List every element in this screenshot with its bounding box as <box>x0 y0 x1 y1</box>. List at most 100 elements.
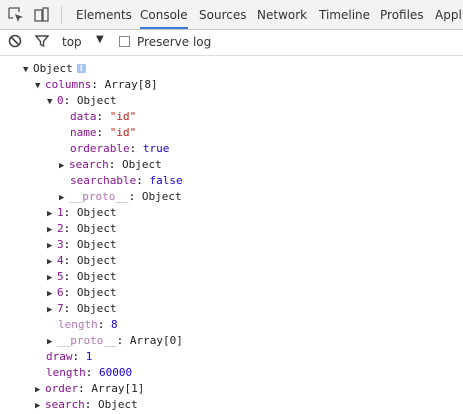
property-separator: : <box>72 350 86 363</box>
property-row-name: name: "id" <box>70 125 136 141</box>
property-key: 3 <box>57 238 64 251</box>
property-separator: : <box>63 254 77 267</box>
property-value: "id" <box>109 110 137 123</box>
collapsed-triangle-icon[interactable]: ▶ <box>47 206 57 222</box>
property-key: __proto__ <box>69 190 129 203</box>
collapsed-triangle-icon[interactable]: ▶ <box>47 222 57 238</box>
property-separator: : <box>63 222 77 235</box>
clear-console-icon[interactable] <box>8 34 22 51</box>
collapsed-triangle-icon[interactable]: ▶ <box>59 158 69 174</box>
property-key: searchable <box>70 174 137 187</box>
preserve-log-label[interactable]: Preserve log <box>137 35 211 49</box>
property-separator: : <box>108 158 122 171</box>
tree-node-proto[interactable]: ▶ __proto__: Object <box>59 189 182 205</box>
property-separator: : <box>128 190 142 203</box>
property-row-draw: draw: 1 <box>46 349 92 365</box>
property-value: Array[0] <box>129 334 183 347</box>
property-separator: : <box>63 238 77 251</box>
property-row-orderable: orderable: true <box>70 141 169 157</box>
inspect-element-icon[interactable] <box>7 6 25 24</box>
filter-icon[interactable] <box>34 34 50 51</box>
tree-node-column-6[interactable]: ▶ 6: Object <box>47 285 117 301</box>
property-row-length: length: 60000 <box>46 365 132 381</box>
collapsed-triangle-icon[interactable]: ▶ <box>35 398 45 414</box>
property-separator: : <box>63 286 77 299</box>
property-key: 4 <box>57 254 64 267</box>
context-selector[interactable]: top <box>62 35 82 49</box>
property-key: length <box>58 318 98 331</box>
tab-timeline[interactable]: Timeline <box>319 0 370 29</box>
tree-node-column-5[interactable]: ▶ 5: Object <box>47 269 117 285</box>
property-separator: : <box>136 174 150 187</box>
property-value: Object <box>76 270 117 283</box>
preserve-log-checkbox[interactable] <box>119 36 130 47</box>
property-key: 7 <box>57 302 64 315</box>
property-key: 5 <box>57 270 64 283</box>
property-key: search <box>69 158 109 171</box>
tab-sources[interactable]: Sources <box>199 0 246 29</box>
collapsed-triangle-icon[interactable]: ▶ <box>47 286 57 302</box>
property-key: order <box>45 382 79 395</box>
property-separator: : <box>91 78 105 91</box>
tree-node-column-2[interactable]: ▶ 2: Object <box>47 221 117 237</box>
info-icon[interactable]: i <box>76 64 86 73</box>
property-separator: : <box>129 142 143 155</box>
expanded-triangle-icon[interactable]: ▼ <box>35 78 45 94</box>
property-row-searchable: searchable: false <box>70 173 183 189</box>
expanded-triangle-icon[interactable]: ▼ <box>23 62 33 78</box>
property-key: 6 <box>57 286 64 299</box>
collapsed-triangle-icon[interactable]: ▶ <box>47 302 57 318</box>
property-key: 0 <box>57 94 64 107</box>
property-value: 8 <box>111 318 118 331</box>
tree-node-search[interactable]: ▶ search: Object <box>59 157 162 173</box>
property-value: false <box>149 174 183 187</box>
property-key: __proto__ <box>57 334 117 347</box>
device-mode-icon[interactable] <box>32 6 50 24</box>
tree-node-column-4[interactable]: ▶ 4: Object <box>47 253 117 269</box>
property-separator: : <box>96 126 110 139</box>
tree-node-root[interactable]: ▼ Object i <box>23 61 86 77</box>
collapsed-triangle-icon[interactable]: ▶ <box>47 334 57 350</box>
root-label: Object <box>33 62 73 75</box>
tree-node-column-3[interactable]: ▶ 3: Object <box>47 237 117 253</box>
tab-profiles[interactable]: Profiles <box>380 0 424 29</box>
tree-node-root-search[interactable]: ▶ search: Object <box>35 397 138 413</box>
collapsed-triangle-icon[interactable]: ▶ <box>47 270 57 286</box>
property-value: Object <box>122 158 162 171</box>
tab-elements[interactable]: Elements <box>76 0 132 29</box>
property-separator: : <box>85 366 99 379</box>
property-value: Object <box>76 302 117 315</box>
console-filter-bar: top ▼ Preserve log <box>0 30 463 56</box>
collapsed-triangle-icon[interactable]: ▶ <box>47 254 57 270</box>
property-key: columns <box>45 78 92 91</box>
property-key: search <box>45 398 85 411</box>
console-output: ▼ Object i ▼ columns: Array[8] ▼ 0: Object d… <box>0 57 463 414</box>
property-row-columns-length: length: 8 <box>58 317 118 333</box>
property-key: orderable <box>70 142 130 155</box>
tab-console[interactable]: Console <box>140 0 188 29</box>
property-separator: : <box>116 334 130 347</box>
property-value: 1 <box>85 350 93 363</box>
collapsed-triangle-icon[interactable]: ▶ <box>35 382 45 398</box>
property-key: length <box>46 366 86 379</box>
tree-node-column-0[interactable]: ▼ 0: Object <box>47 93 117 109</box>
expanded-triangle-icon[interactable]: ▼ <box>47 94 57 110</box>
tree-node-columns-proto[interactable]: ▶ __proto__: Array[0] <box>47 333 183 349</box>
devtools-tabbar: Elements Console Sources Network Timelin… <box>0 0 463 30</box>
property-value: Object <box>76 94 117 107</box>
tree-node-order[interactable]: ▶ order: Array[1] <box>35 381 144 397</box>
property-value: true <box>142 142 170 155</box>
context-dropdown-icon[interactable]: ▼ <box>96 34 104 45</box>
collapsed-triangle-icon[interactable]: ▶ <box>59 190 69 206</box>
tree-node-column-7[interactable]: ▶ 7: Object <box>47 301 117 317</box>
collapsed-triangle-icon[interactable]: ▶ <box>47 238 57 254</box>
property-value: "id" <box>109 126 137 139</box>
tree-node-columns[interactable]: ▼ columns: Array[8] <box>35 77 158 93</box>
property-value: Object <box>76 206 117 219</box>
property-separator: : <box>63 270 77 283</box>
property-value: Array[8] <box>104 78 158 91</box>
tree-node-column-1[interactable]: ▶ 1: Object <box>47 205 117 221</box>
property-value: Object <box>76 222 117 235</box>
tab-network[interactable]: Network <box>257 0 307 29</box>
tab-application[interactable]: Appli <box>435 0 463 29</box>
